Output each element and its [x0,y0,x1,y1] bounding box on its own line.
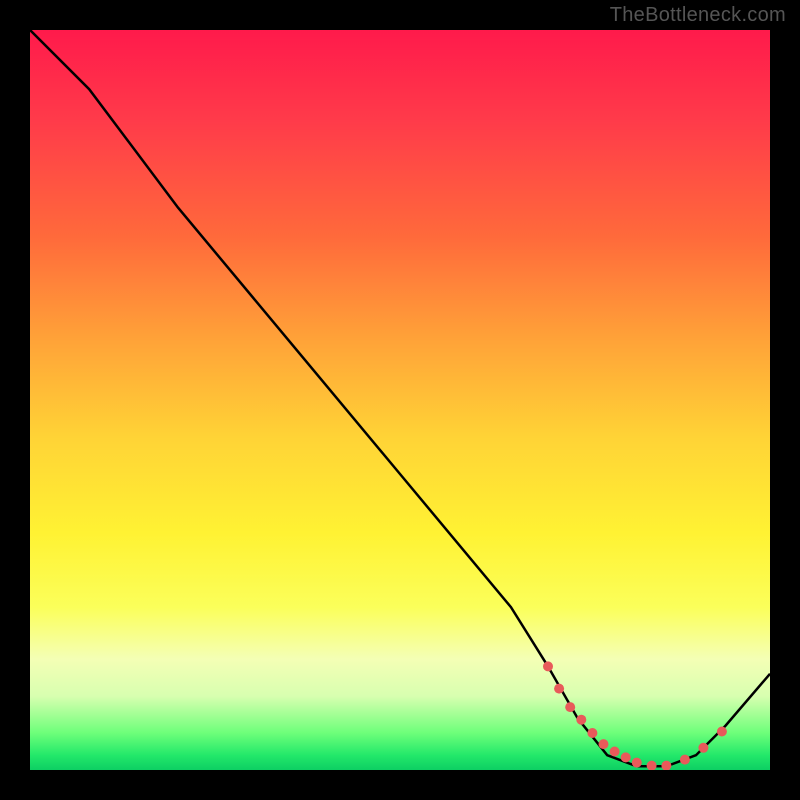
highlight-markers [543,661,727,770]
highlight-point [632,758,642,768]
highlight-point [717,727,727,737]
highlight-point [576,715,586,725]
watermark-text: TheBottleneck.com [610,4,786,27]
highlight-point [554,684,564,694]
highlight-point [599,739,609,749]
highlight-point [698,743,708,753]
highlight-point [543,661,553,671]
highlight-point [621,752,631,762]
highlight-point [565,702,575,712]
plot-area [30,30,770,770]
highlight-point [610,747,620,757]
curve-layer [30,30,770,770]
highlight-point [647,761,657,770]
bottleneck-curve-path [30,30,770,766]
chart-stage: TheBottleneck.com [0,0,800,800]
highlight-point [680,755,690,765]
highlight-point [661,761,671,770]
highlight-point [587,728,597,738]
